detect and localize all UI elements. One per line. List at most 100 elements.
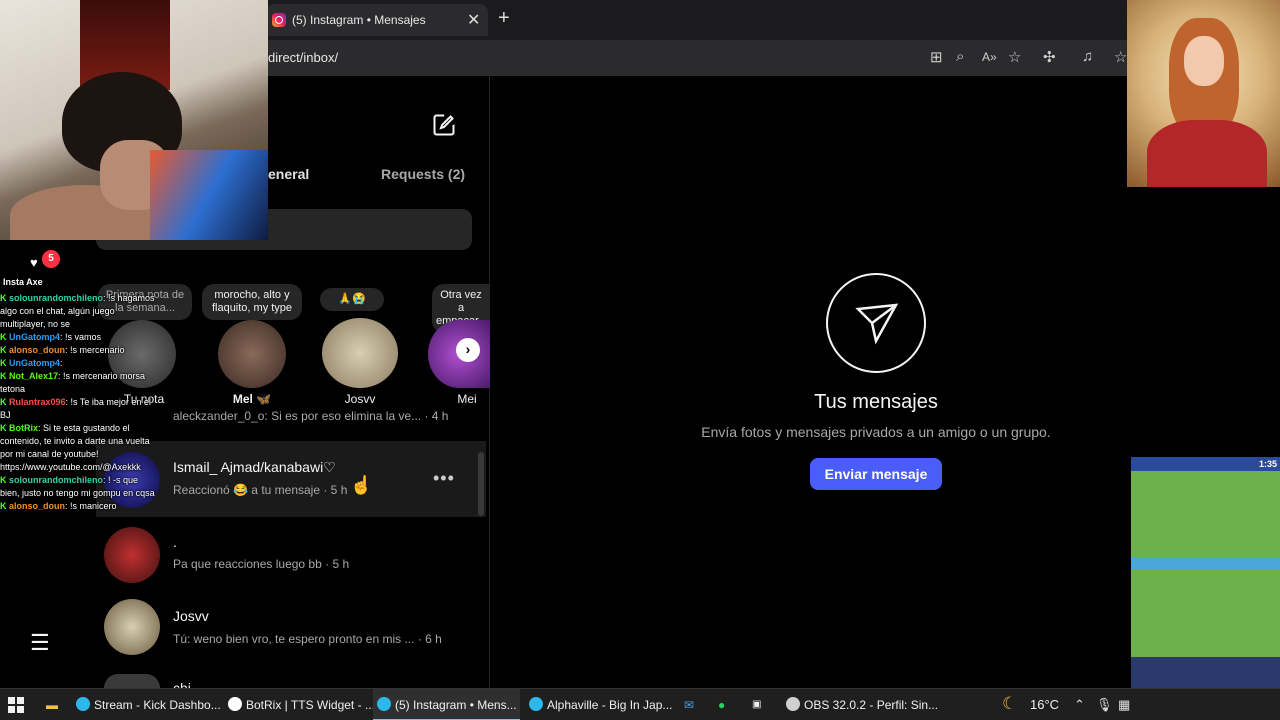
chat-username[interactable]: UnGatomp4 [9,332,60,342]
new-tab-button[interactable]: + [498,7,510,30]
whatsapp-icon[interactable]: ● [718,689,725,720]
chevron-right-icon[interactable]: › [456,338,480,362]
note-avatar[interactable] [322,318,398,388]
instagram-icon [272,13,286,27]
game-top-bar [1131,457,1280,471]
scrollbar[interactable] [478,452,484,516]
taskbar-item-label: (5) Instagram • Mens... [395,698,517,712]
note-bubble[interactable]: 🙏😭 [320,288,384,311]
chat-message: K Rulantrax096: !s Te iba mejor en el BJ [0,396,160,422]
conversation-name[interactable]: . [173,534,177,550]
conversation-preview: Pa que reacciones luego bb · 5 h [173,557,350,571]
mail-icon[interactable]: ✉ [684,689,694,720]
chat-message: K solounrandomchileno: !s hagamos algo c… [0,292,160,331]
chat-text: : !s vamos [60,332,102,342]
empty-state-subtitle: Envía fotos y mensajes privados a un ami… [701,424,1051,440]
taskbar-item[interactable]: OBS 32.0.2 - Perfil: Sin... [786,689,938,720]
chat-message: K solounrandomchileno: ! -s que bien, ju… [0,474,160,500]
chat-username[interactable]: solounrandomchileno [9,293,103,303]
game-river [1131,557,1280,569]
chat-badge-icon: K [0,332,9,342]
note-avatar[interactable] [218,320,286,388]
chat-message: K Not_Alex17: !s mercenario morsa tetona [0,370,160,396]
terminal-icon[interactable]: ▣ [752,689,761,720]
weather-moon-icon: ☾ [1002,694,1018,713]
taskbar: ▬ Stream - Kick Dashbo... BotRix | TTS W… [0,688,1280,720]
obs-icon [786,697,800,711]
game-timer: 1:35 [1259,459,1278,469]
note-bubble[interactable]: morocho, alto y flaquito, my type [202,284,302,320]
start-tile [8,697,15,704]
taskbar-item-label: OBS 32.0.2 - Perfil: Sin... [804,698,939,712]
conversation-avatar[interactable] [104,599,160,655]
conversation-avatar[interactable] [104,527,160,583]
chat-username[interactable]: alonso_doun [9,501,65,511]
app-available-icon[interactable]: ⊞ [930,48,943,66]
tab-title: (5) Instagram • Mensajes [292,13,426,27]
chat-username[interactable]: Not_Alex17 [9,371,58,381]
send-message-button[interactable]: Enviar mensaje [810,458,942,490]
conversation-name[interactable]: Josvv [173,608,209,624]
edge-icon [76,697,90,711]
temperature: 16°C [1030,697,1060,712]
chat-spacer [0,278,160,292]
close-tab-icon[interactable]: ✕ [467,10,480,30]
note-name: Josvv [344,392,376,406]
mouse-cursor-icon: ☝ [350,475,373,495]
url-text[interactable]: direct/inbox/ [268,50,338,65]
conversation-name[interactable]: chi [173,680,191,688]
media-control-icon[interactable]: ♫ [1082,48,1093,65]
windows-start-icon[interactable] [8,697,24,713]
chat-badge-icon: K [0,358,9,368]
chat-message: K alonso_doun: !s manicero [0,500,160,513]
taskbar-item[interactable]: (5) Instagram • Mens... [373,689,520,720]
tray-chevron-icon[interactable]: ⌃ [1074,689,1085,720]
chat-text: : [60,358,63,368]
file-explorer-icon[interactable]: ▬ [46,689,64,720]
zoom-icon[interactable]: ⌕ [956,48,964,65]
read-aloud-icon[interactable]: A» [982,50,997,64]
taskbar-item[interactable]: Stream - Kick Dashbo... [76,689,221,720]
botrix-icon [228,697,242,711]
network-icon[interactable]: ▦ [1118,689,1130,720]
conversation-avatar[interactable] [104,674,160,688]
chat-username[interactable]: Rulantrax096 [9,397,66,407]
portrait-image [1127,0,1280,187]
taskbar-item[interactable]: Alphaville - Big In Jap... [529,689,672,720]
chat-username[interactable]: alonso_doun [9,345,65,355]
chat-message: K UnGatomp4: [0,357,160,370]
game-card-bar [1131,657,1280,688]
favorite-star-icon[interactable]: ☆ [1008,48,1021,66]
chat-username[interactable]: BotRix [9,423,38,433]
notification-badge: 5 [42,250,60,268]
chat-badge-icon: K [0,475,9,485]
chat-text: : !s mercenario [65,345,125,355]
send-message-icon [826,273,926,373]
conversation-preview: Tú: weno bien vro, te espero pronto en m… [173,632,442,646]
menu-icon[interactable]: ☰ [30,630,50,656]
portrait-body [1147,120,1267,187]
taskbar-item-label: Stream - Kick Dashbo... [94,698,221,712]
favorites-icon[interactable]: ☆ [1114,48,1127,66]
portrait-face [1184,36,1224,86]
browser-tab-instagram[interactable]: (5) Instagram • Mensajes ✕ [266,4,488,36]
start-tile [17,697,24,704]
more-options-icon[interactable]: ••• [433,468,455,489]
chat-username[interactable]: solounrandomchileno [9,475,103,485]
tab-general[interactable]: eneral [268,166,309,182]
chat-badge-icon: K [0,501,9,511]
extensions-icon[interactable]: ✣ [1043,48,1056,66]
taskbar-item[interactable]: BotRix | TTS Widget - ... [228,689,375,720]
conversation-preview: Reaccionó 😂 a tu mensaje · 5 h [173,483,348,497]
edge-icon [377,697,391,711]
webcam-poster [150,150,268,240]
microphone-icon[interactable]: 🎙 [1096,689,1113,720]
conversation-name[interactable]: Ismail_ Ajmad/kanabawi♡ [173,459,336,476]
chat-message: K BotRix: Si te esta gustando el conteni… [0,422,160,474]
start-tile [17,706,24,713]
compose-icon[interactable] [432,113,456,137]
tab-requests[interactable]: Requests (2) [381,166,465,182]
chat-text: : !s manicero [65,501,117,511]
chat-message: K UnGatomp4: !s vamos [0,331,160,344]
chat-username[interactable]: UnGatomp4 [9,358,60,368]
